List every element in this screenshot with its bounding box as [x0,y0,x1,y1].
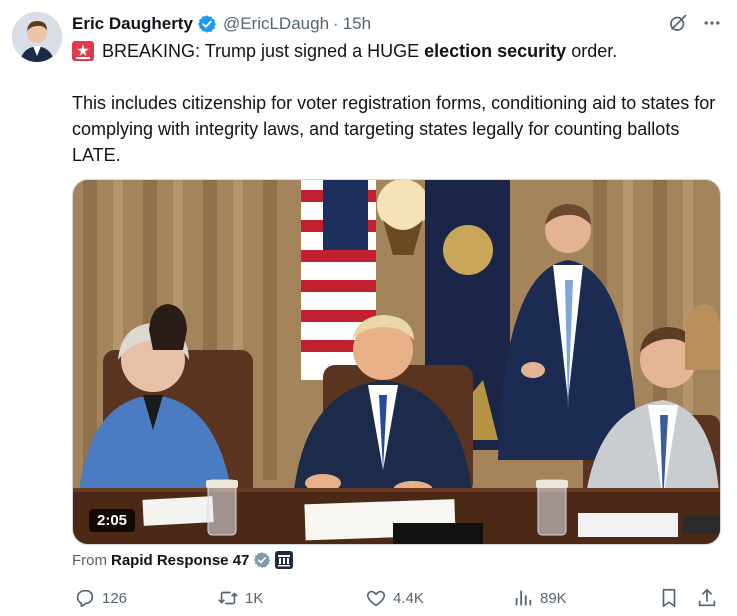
source-name[interactable]: Rapid Response 47 [111,552,249,569]
views-count: 89K [540,589,567,607]
avatar[interactable] [12,12,62,62]
views-icon [515,590,532,606]
reply-icon [76,589,94,608]
government-affiliation-icon [275,551,294,569]
bookmark-icon [662,588,676,608]
post-line1-prefix: BREAKING: Trump just signed a HUGE [102,41,425,61]
author-display-name[interactable]: Eric Daugherty [72,14,193,34]
post-paragraph-2: This includes citizenship for voter regi… [72,93,716,165]
share-button[interactable] [696,587,718,609]
media-source: From Rapid Response 47 [72,549,294,571]
top-actions [667,12,723,34]
source-prefix: From [72,551,107,569]
share-icon [698,588,716,607]
author-handle[interactable]: @EricLDaugh [223,14,329,34]
repost-icon [218,591,238,605]
video-thumbnail [73,180,720,544]
more-icon[interactable] [701,12,723,34]
repost-button[interactable]: 1K [217,587,263,609]
source-verified-badge-icon [253,551,271,569]
like-count: 4.4K [393,589,424,607]
post-line1-suffix: order. [566,41,618,61]
reply-button[interactable]: 126 [74,587,127,609]
video-duration: 2:05 [89,509,136,532]
separator-dot: · [333,14,339,33]
post-line1-bold: election security [424,41,567,61]
repost-count: 1K [245,589,264,607]
like-button[interactable]: 4.4K [365,587,424,609]
reply-count: 126 [102,589,128,607]
post-time[interactable]: 15h [343,14,371,34]
post-header: Eric Daugherty @EricLDaugh · 15h [72,12,371,36]
views-button[interactable]: 89K [512,587,567,609]
verified-badge-icon[interactable] [197,14,217,34]
bookmark-button[interactable] [658,587,680,609]
heart-icon [366,590,386,607]
action-bar: 126 1K 4.4K 89K [72,585,723,611]
grok-icon[interactable] [667,12,689,34]
post-text-line1: BREAKING: Trump just signed a HUGE elect… [72,38,722,64]
siren-emoji-icon [72,41,94,61]
video-player[interactable]: 2:05 [72,179,721,545]
